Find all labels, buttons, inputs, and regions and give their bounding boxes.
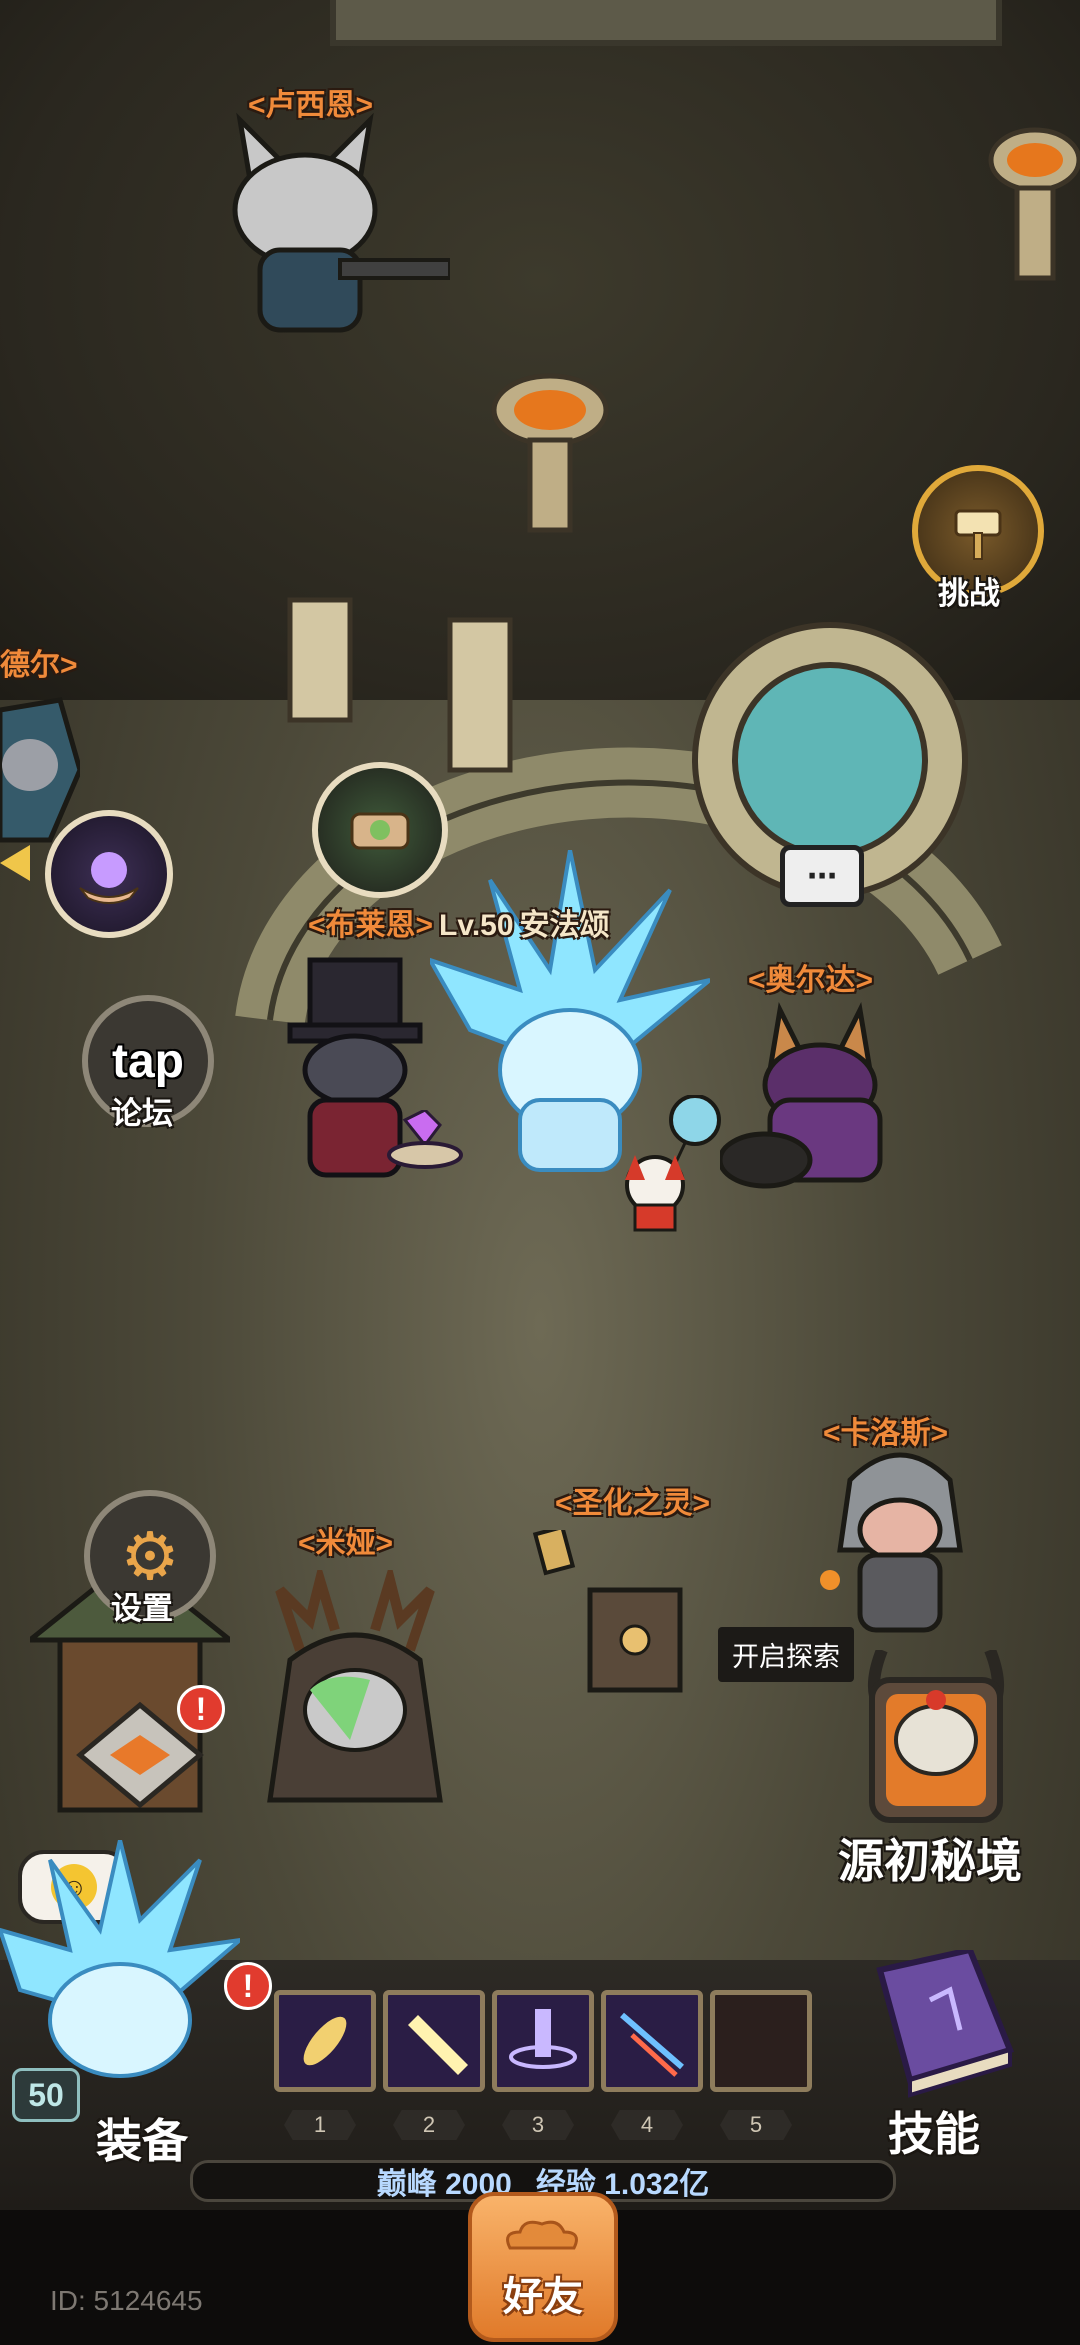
- brazier-decoration: [491, 373, 609, 533]
- blaine-scroll-button[interactable]: [312, 762, 448, 898]
- challenge-label: 挑战: [938, 576, 1000, 611]
- crystal-ball-button[interactable]: [45, 810, 173, 938]
- skill-slot-number-5: 5: [720, 2110, 792, 2140]
- skill-2-icon: [408, 2015, 468, 2075]
- tap-logo-icon: tap: [112, 1034, 184, 1088]
- npc-lucien[interactable]: [190, 100, 450, 350]
- brazier-right-decoration: [988, 127, 1080, 281]
- npc-name-orda: <奥尔达>: [748, 964, 874, 997]
- level-badge-value: 50: [28, 2076, 64, 2113]
- crystal-ball-icon: [79, 852, 139, 904]
- npc-name-blaine: <布莱恩> Lv.50 安法颂: [308, 900, 610, 944]
- pet-clown[interactable]: [615, 1095, 725, 1235]
- equipment-label: 装备: [96, 2115, 188, 2167]
- skill-slot-2[interactable]: [383, 1990, 485, 2092]
- forum-label: 论坛: [111, 1096, 173, 1131]
- explore-tooltip: 开启探索: [718, 1627, 854, 1682]
- player-name: 安法颂: [519, 909, 610, 942]
- skill-slot-4[interactable]: [601, 1990, 703, 2092]
- npc-holy-spirit[interactable]: [530, 1530, 700, 1710]
- skill-slot-number-2: 2: [393, 2110, 465, 2140]
- npc-name-blaine-text: <布莱恩>: [308, 909, 434, 942]
- npc-name-mia: <米娅>: [298, 1527, 394, 1560]
- arrow-left-icon[interactable]: [0, 845, 30, 881]
- npc-name-lucien: <卢西恩>: [248, 89, 374, 122]
- skull-portal-icon[interactable]: [862, 1650, 1010, 1828]
- npc-orda[interactable]: [720, 990, 920, 1200]
- equipment-alert-badge: !: [224, 1962, 272, 2010]
- skill-slot-1[interactable]: [274, 1990, 376, 2092]
- skill-1-icon: [303, 2016, 347, 2066]
- exp-value: 1.032亿: [604, 2168, 710, 2201]
- skill-slot-number-4: 4: [611, 2110, 683, 2140]
- equipment-portrait[interactable]: [0, 1840, 240, 2090]
- skill-slot-number-1: 1: [284, 2110, 356, 2140]
- skill-book-icon[interactable]: [850, 1950, 1020, 2100]
- top-wall: [330, 0, 1002, 46]
- chat-bubble-icon[interactable]: ⋯: [780, 845, 864, 907]
- npc-name-holy-spirit: <圣化之灵>: [555, 1487, 711, 1520]
- skill-4-icon: [620, 2012, 684, 2077]
- peak-label: 巅峰: [376, 2168, 437, 2201]
- npc-carlos[interactable]: [810, 1440, 990, 1640]
- friends-label: 好友: [503, 2275, 583, 2319]
- skill-slot-3[interactable]: [492, 1990, 594, 2092]
- npc-name-carlos: <卡洛斯>: [823, 1417, 949, 1450]
- settings-label: 设置: [111, 1591, 173, 1626]
- friends-button[interactable]: 好友: [468, 2192, 618, 2342]
- npc-mia[interactable]: [240, 1570, 470, 1860]
- player-level: Lv.50: [439, 909, 514, 942]
- hammer-icon: [954, 509, 1002, 560]
- skill-3-icon: [509, 2009, 577, 2069]
- mail-alert-badge: !: [177, 1685, 225, 1733]
- skills-label: 技能: [888, 2108, 980, 2160]
- skill-slot-number-3: 3: [502, 2110, 574, 2140]
- skill-slot-5[interactable]: [710, 1990, 812, 2092]
- scroll-icon: [350, 812, 410, 850]
- origin-realm-label: 源初秘境: [838, 1835, 1022, 1887]
- npc-name-deer: 德尔>: [0, 649, 78, 682]
- cloud-icon: [506, 2220, 578, 2250]
- player-id: ID: 5124645: [50, 2285, 203, 2316]
- level-badge: 50: [12, 2068, 80, 2122]
